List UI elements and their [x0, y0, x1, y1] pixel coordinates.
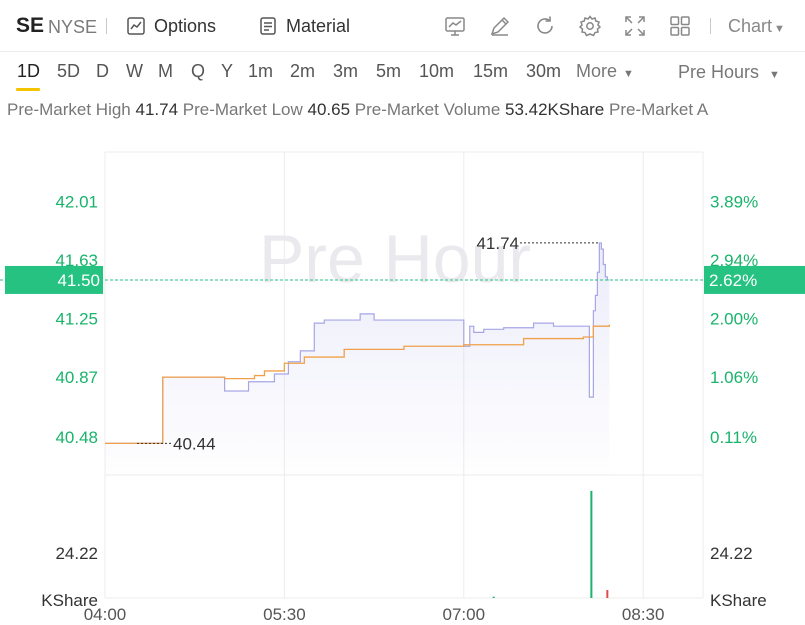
fullscreen-icon[interactable] [623, 14, 647, 38]
refresh-icon[interactable] [533, 14, 557, 38]
toolbar-divider [106, 18, 107, 34]
premarket-info-strip: Pre-Market High 41.74 Pre-Market Low 40.… [7, 100, 708, 120]
x-tick-label: 07:00 [443, 605, 486, 624]
period-5d[interactable]: 5D [57, 61, 80, 82]
current-price-label: 41.50 [57, 271, 100, 290]
info-label: Pre-Market Low [182, 100, 303, 119]
y-tick-label-right: 0.11% [710, 428, 757, 447]
period-30m[interactable]: 30m [526, 61, 561, 82]
options-chart-icon [127, 17, 145, 35]
toolbar-divider [710, 18, 711, 34]
y-tick-label-left: 42.01 [55, 192, 98, 211]
settings-gear-icon[interactable] [578, 14, 602, 38]
info-value: 53.42KShare [505, 100, 605, 119]
stock-symbol: SE [16, 14, 45, 37]
active-period-underline [16, 88, 40, 91]
period-15m[interactable]: 15m [473, 61, 508, 82]
indicator-icon[interactable] [443, 14, 467, 38]
period-5m[interactable]: 5m [376, 61, 401, 82]
options-button[interactable]: Options [126, 14, 216, 38]
y-tick-label-left: 40.48 [55, 428, 98, 447]
y-tick-label-right: 1.06% [710, 368, 758, 387]
session-label: Pre Hours [678, 62, 760, 82]
info-label: Pre-Market A [609, 100, 709, 119]
y-tick-label-right: 3.89% [710, 192, 758, 211]
period-selector: 1D 5D D W M Q Y 1m 2m 3m 5m 10m 15m 30m … [0, 56, 805, 92]
period-1d[interactable]: 1D [17, 61, 40, 82]
more-label: More [576, 61, 618, 81]
period-3m[interactable]: 3m [333, 61, 358, 82]
y-tick-label-left: 40.87 [55, 368, 98, 387]
period-2m[interactable]: 2m [290, 61, 315, 82]
chart-type-dropdown[interactable]: Chart ▼ [728, 16, 785, 37]
draw-pen-icon[interactable] [488, 14, 512, 38]
chevron-down-icon: ▼ [623, 68, 634, 80]
x-tick-label: 04:00 [84, 605, 127, 624]
volume-tick-right: 24.22 [710, 544, 753, 563]
period-q[interactable]: Q [191, 61, 205, 82]
x-tick-label: 08:30 [622, 605, 665, 624]
info-label: Pre-Market High [7, 100, 131, 119]
top-toolbar: SE NYSE Options Material Chart ▼ [0, 0, 805, 52]
period-10m[interactable]: 10m [419, 61, 454, 82]
chevron-down-icon: ▼ [774, 23, 785, 35]
options-label: Options [154, 15, 217, 36]
chevron-down-icon: ▼ [769, 69, 780, 81]
volume-bar [590, 490, 593, 598]
material-label: Material [286, 15, 351, 36]
volume-bars [492, 490, 609, 598]
chart-watermark: Pre Hour [259, 221, 531, 297]
y-tick-label-left: 41.25 [55, 310, 98, 329]
chart-type-label: Chart [728, 16, 773, 36]
period-m[interactable]: M [158, 61, 173, 82]
layout-grid-icon[interactable] [668, 14, 692, 38]
exchange-label: NYSE [48, 17, 98, 37]
high-price-label: 41.74 [476, 234, 519, 253]
current-pct-label: 2.62% [709, 271, 757, 290]
document-icon [260, 17, 276, 35]
volume-unit-right: KShare [710, 591, 767, 610]
volume-tick-left: 24.22 [55, 544, 98, 563]
more-periods-dropdown[interactable]: More ▼ [576, 61, 634, 82]
period-w[interactable]: W [126, 61, 143, 82]
period-d[interactable]: D [96, 61, 109, 82]
volume-bar [606, 590, 609, 598]
info-value: 40.65 [307, 100, 351, 119]
y-tick-label-right: 2.00% [710, 310, 758, 329]
info-value: 41.74 [135, 100, 179, 119]
period-1m[interactable]: 1m [248, 61, 273, 82]
info-label: Pre-Market Volume [354, 100, 501, 119]
material-button[interactable]: Material [258, 14, 350, 38]
low-price-label: 40.44 [173, 434, 216, 453]
session-dropdown[interactable]: Pre Hours ▼ [678, 62, 780, 83]
volume-bar [492, 596, 495, 598]
intraday-chart[interactable]: Pre Hour 42.0141.6341.2540.8740.483.89%2… [0, 130, 805, 625]
x-tick-label: 05:30 [263, 605, 306, 624]
period-y[interactable]: Y [221, 61, 233, 82]
